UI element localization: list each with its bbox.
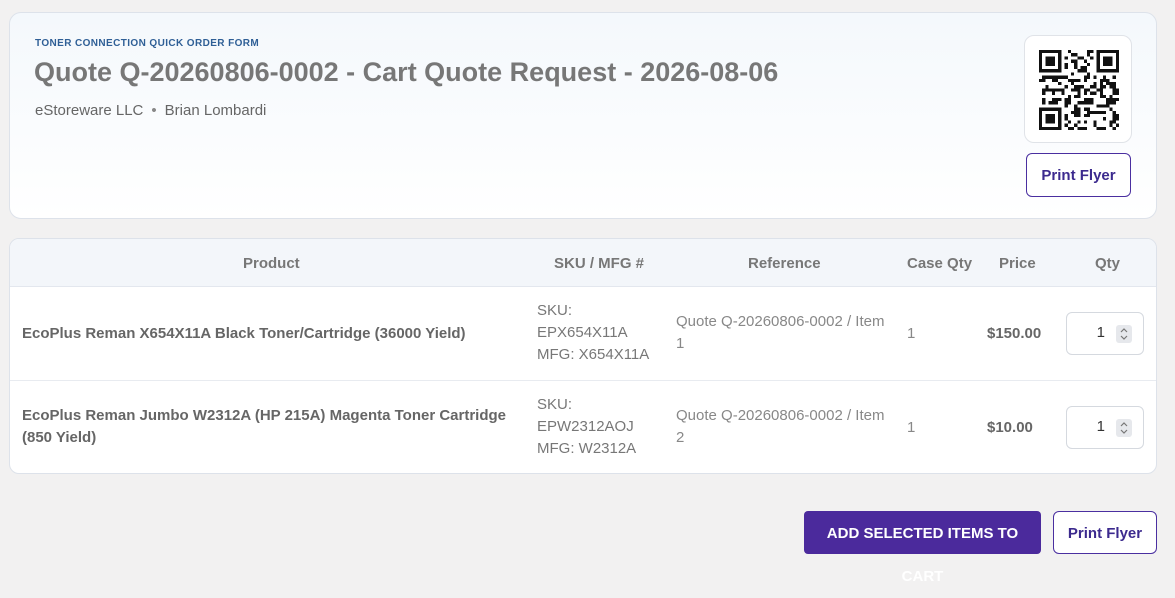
- col-header-price: Price: [999, 255, 1036, 272]
- quote-items-table: Product SKU / MFG # Reference Case Qty P…: [9, 238, 1157, 474]
- col-header-case-qty: Case Qty: [907, 255, 973, 272]
- price-value: $10.00: [987, 419, 1033, 436]
- col-header-sku: SKU / MFG #: [554, 255, 645, 272]
- reference-value: Quote Q-20260806-0002 / Item 1: [676, 313, 885, 352]
- company-name: eStoreware LLC: [35, 102, 144, 119]
- separator-dot: •: [151, 102, 157, 119]
- quote-subline: eStoreware LLC • Brian Lombardi: [35, 102, 266, 119]
- sku-value: SKU: EPX654X11A: [537, 302, 628, 341]
- product-name: EcoPlus Reman Jumbo W2312A (HP 215A) Mag…: [22, 407, 507, 446]
- price-value: $150.00: [987, 325, 1042, 342]
- quantity-value: 1: [1096, 418, 1105, 435]
- add-selected-to-cart-button[interactable]: ADD SELECTED ITEMS TO CART: [804, 511, 1041, 585]
- sku-cell: SKU: EPW2312AOJ MFG: W2312A: [537, 394, 667, 460]
- form-kicker: TONER CONNECTION QUICK ORDER FORM: [35, 38, 260, 49]
- reference-value: Quote Q-20260806-0002 / Item 2: [676, 407, 885, 446]
- table-row: EcoPlus Reman X654X11A Black Toner/Cartr…: [10, 287, 1156, 381]
- table-header: Product SKU / MFG # Reference Case Qty P…: [10, 239, 1156, 287]
- sku-value: SKU: EPW2312AOJ: [537, 396, 634, 435]
- page-title: Quote Q-20260806-0002 - Cart Quote Reque…: [34, 57, 779, 87]
- col-header-qty: Qty: [1095, 255, 1121, 272]
- mfg-value: MFG: W2312A: [537, 440, 637, 457]
- spinner-arrows-icon[interactable]: [1116, 325, 1132, 343]
- quote-header-card: TONER CONNECTION QUICK ORDER FORM Quote …: [9, 12, 1157, 219]
- mfg-value: MFG: X654X11A: [537, 346, 650, 363]
- sku-cell: SKU: EPX654X11A MFG: X654X11A: [537, 300, 667, 366]
- quantity-value: 1: [1096, 324, 1105, 341]
- table-row: EcoPlus Reman Jumbo W2312A (HP 215A) Mag…: [10, 381, 1156, 473]
- qr-code-icon: [1024, 35, 1132, 143]
- quantity-stepper[interactable]: 1: [1066, 406, 1144, 449]
- print-flyer-button-top[interactable]: Print Flyer: [1026, 153, 1131, 197]
- case-qty-value: 1: [907, 325, 916, 342]
- case-qty-value: 1: [907, 419, 916, 436]
- quantity-stepper[interactable]: 1: [1066, 312, 1144, 355]
- spinner-arrows-icon[interactable]: [1116, 419, 1132, 437]
- contact-name: Brian Lombardi: [164, 102, 267, 119]
- col-header-product: Product: [243, 255, 300, 272]
- print-flyer-button-bottom[interactable]: Print Flyer: [1053, 511, 1157, 554]
- product-name: EcoPlus Reman X654X11A Black Toner/Cartr…: [22, 325, 466, 342]
- col-header-reference: Reference: [748, 255, 821, 272]
